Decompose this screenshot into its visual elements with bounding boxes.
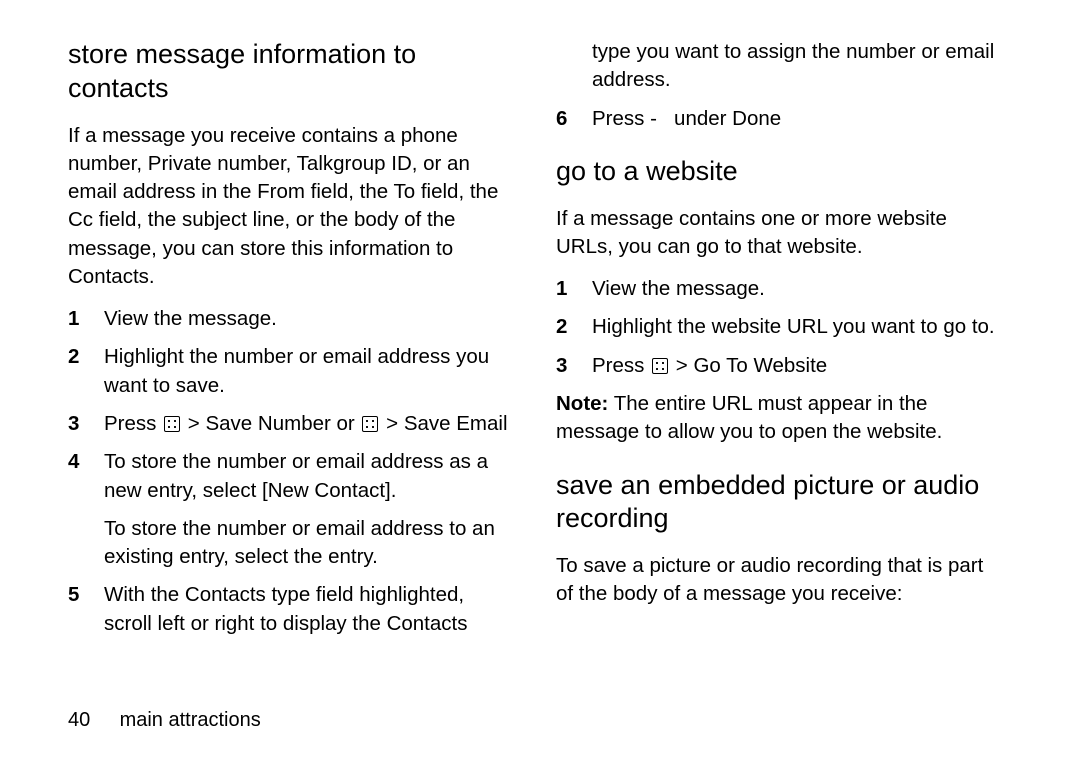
heading-go-to-website: go to a website bbox=[556, 155, 1000, 189]
option-goto-website: Go To Website bbox=[693, 354, 827, 377]
note-label: Note: bbox=[556, 392, 608, 415]
sep: > bbox=[182, 412, 205, 435]
step-number: 6 bbox=[556, 105, 592, 133]
page-number: 40 bbox=[68, 709, 114, 732]
intro-store-message: If a message you receive contains a phon… bbox=[68, 122, 512, 292]
step-text: To store the number or email address as … bbox=[104, 448, 512, 571]
step-1: 1 View the message. bbox=[556, 275, 1000, 303]
intro-save-embedded: To save a picture or audio recording tha… bbox=[556, 552, 1000, 609]
note-text: The entire URL must appear in the messag… bbox=[556, 392, 942, 443]
text-b: . bbox=[391, 479, 397, 502]
step-number: 2 bbox=[68, 343, 104, 400]
step-5-continued: type you want to assign the number or em… bbox=[556, 38, 1000, 95]
steps-go-to-website: 1 View the message. 2 Highlight the webs… bbox=[556, 275, 1000, 380]
page-footer: 40 main attractions bbox=[68, 709, 261, 732]
step-text: Highlight the number or email address yo… bbox=[104, 343, 512, 400]
step-2: 2 Highlight the number or email address … bbox=[68, 343, 512, 400]
steps-store-message: 1 View the message. 2 Highlight the numb… bbox=[68, 305, 512, 638]
step-text: type you want to assign the number or em… bbox=[592, 38, 1000, 95]
manual-page: store message information to contacts If… bbox=[0, 0, 1080, 766]
section-title: main attractions bbox=[120, 709, 261, 731]
step-text: Press > Go To Website bbox=[592, 352, 1000, 380]
dash-key: - bbox=[650, 107, 657, 130]
left-column: store message information to contacts If… bbox=[68, 38, 512, 648]
intro-go-to-website: If a message contains one or more websit… bbox=[556, 205, 1000, 262]
step-text: With the Contacts type field highlighted… bbox=[104, 581, 512, 638]
step-number-empty bbox=[556, 38, 592, 95]
step-2: 2 Highlight the website URL you want to … bbox=[556, 313, 1000, 341]
step-text: View the message. bbox=[104, 305, 512, 333]
done-label: Done bbox=[732, 107, 781, 130]
step-number: 3 bbox=[68, 410, 104, 438]
step-number: 1 bbox=[556, 275, 592, 303]
option-save-number: Save Number bbox=[205, 412, 330, 435]
heading-save-embedded: save an embedded picture or audio record… bbox=[556, 469, 1000, 537]
step-subtext: To store the number or email address to … bbox=[104, 515, 512, 572]
step-text: View the message. bbox=[592, 275, 1000, 303]
sep: > bbox=[670, 354, 693, 377]
step-3: 3 Press > Save Number or > Save Email bbox=[68, 410, 512, 438]
sep: > bbox=[380, 412, 403, 435]
step-number: 1 bbox=[68, 305, 104, 333]
press-label: Press bbox=[104, 412, 162, 435]
menu-icon bbox=[652, 358, 668, 374]
step-6: 6 Press - under Done bbox=[556, 105, 1000, 133]
step-number: 4 bbox=[68, 448, 104, 571]
step-5: 5 With the Contacts type field highlight… bbox=[68, 581, 512, 638]
menu-icon bbox=[362, 416, 378, 432]
press-label: Press bbox=[592, 107, 650, 130]
new-contact-label: [New Contact] bbox=[262, 479, 391, 502]
step-4: 4 To store the number or email address a… bbox=[68, 448, 512, 571]
note-go-to-website: Note: The entire URL must appear in the … bbox=[556, 390, 1000, 447]
heading-store-message: store message information to contacts bbox=[68, 38, 512, 106]
press-label: Press bbox=[592, 354, 650, 377]
step-number: 3 bbox=[556, 352, 592, 380]
right-column: type you want to assign the number or em… bbox=[556, 38, 1000, 648]
step-3: 3 Press > Go To Website bbox=[556, 352, 1000, 380]
menu-icon bbox=[164, 416, 180, 432]
step-text: Press > Save Number or > Save Email bbox=[104, 410, 512, 438]
step-text: Press - under Done bbox=[592, 105, 1000, 133]
or-label: or bbox=[331, 412, 361, 435]
step-text: Highlight the website URL you want to go… bbox=[592, 313, 1000, 341]
step-1: 1 View the message. bbox=[68, 305, 512, 333]
steps-store-message-cont: type you want to assign the number or em… bbox=[556, 38, 1000, 133]
two-column-layout: store message information to contacts If… bbox=[68, 38, 1030, 648]
under-label: under bbox=[668, 107, 732, 130]
option-save-email: Save Email bbox=[404, 412, 508, 435]
step-number: 5 bbox=[68, 581, 104, 638]
step-number: 2 bbox=[556, 313, 592, 341]
